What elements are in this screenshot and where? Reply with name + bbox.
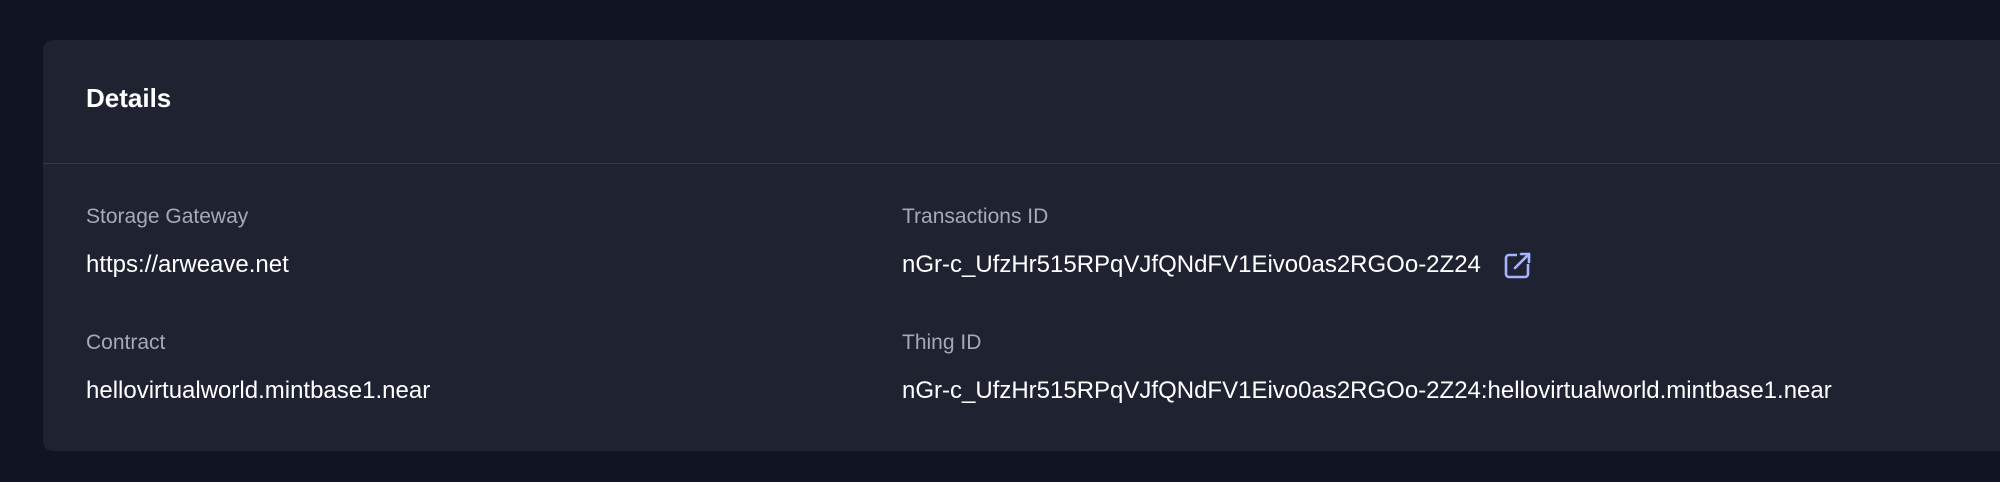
thing-id-label: Thing ID xyxy=(902,331,982,354)
transactions-id-row: nGr-c_UfzHr515RPqVJfQNdFV1Eivo0as2RGOo-2… xyxy=(902,250,1533,280)
contract-label: Contract xyxy=(86,331,166,354)
details-card-header: Details xyxy=(43,40,2000,164)
storage-gateway-label: Storage Gateway xyxy=(86,205,249,228)
details-title: Details xyxy=(86,83,172,113)
details-card: Details Storage Gateway https://arweave.… xyxy=(43,40,2000,451)
thing-id-field: Thing ID nGr-c_UfzHr515RPqVJfQNdFV1Eivo0… xyxy=(902,330,1832,406)
contract-field: Contract hellovirtualworld.mintbase1.nea… xyxy=(86,330,430,406)
contract-value: hellovirtualworld.mintbase1.near xyxy=(86,377,431,404)
transactions-id-value: nGr-c_UfzHr515RPqVJfQNdFV1Eivo0as2RGOo-2… xyxy=(902,251,1481,278)
storage-gateway-field: Storage Gateway https://arweave.net xyxy=(86,204,289,280)
thing-id-value: nGr-c_UfzHr515RPqVJfQNdFV1Eivo0as2RGOo-2… xyxy=(902,377,1832,404)
storage-gateway-value: https://arweave.net xyxy=(86,251,289,278)
transactions-id-field: Transactions ID nGr-c_UfzHr515RPqVJfQNdF… xyxy=(902,204,1533,280)
external-link-icon[interactable] xyxy=(1503,250,1533,280)
transactions-id-label: Transactions ID xyxy=(902,205,1049,228)
